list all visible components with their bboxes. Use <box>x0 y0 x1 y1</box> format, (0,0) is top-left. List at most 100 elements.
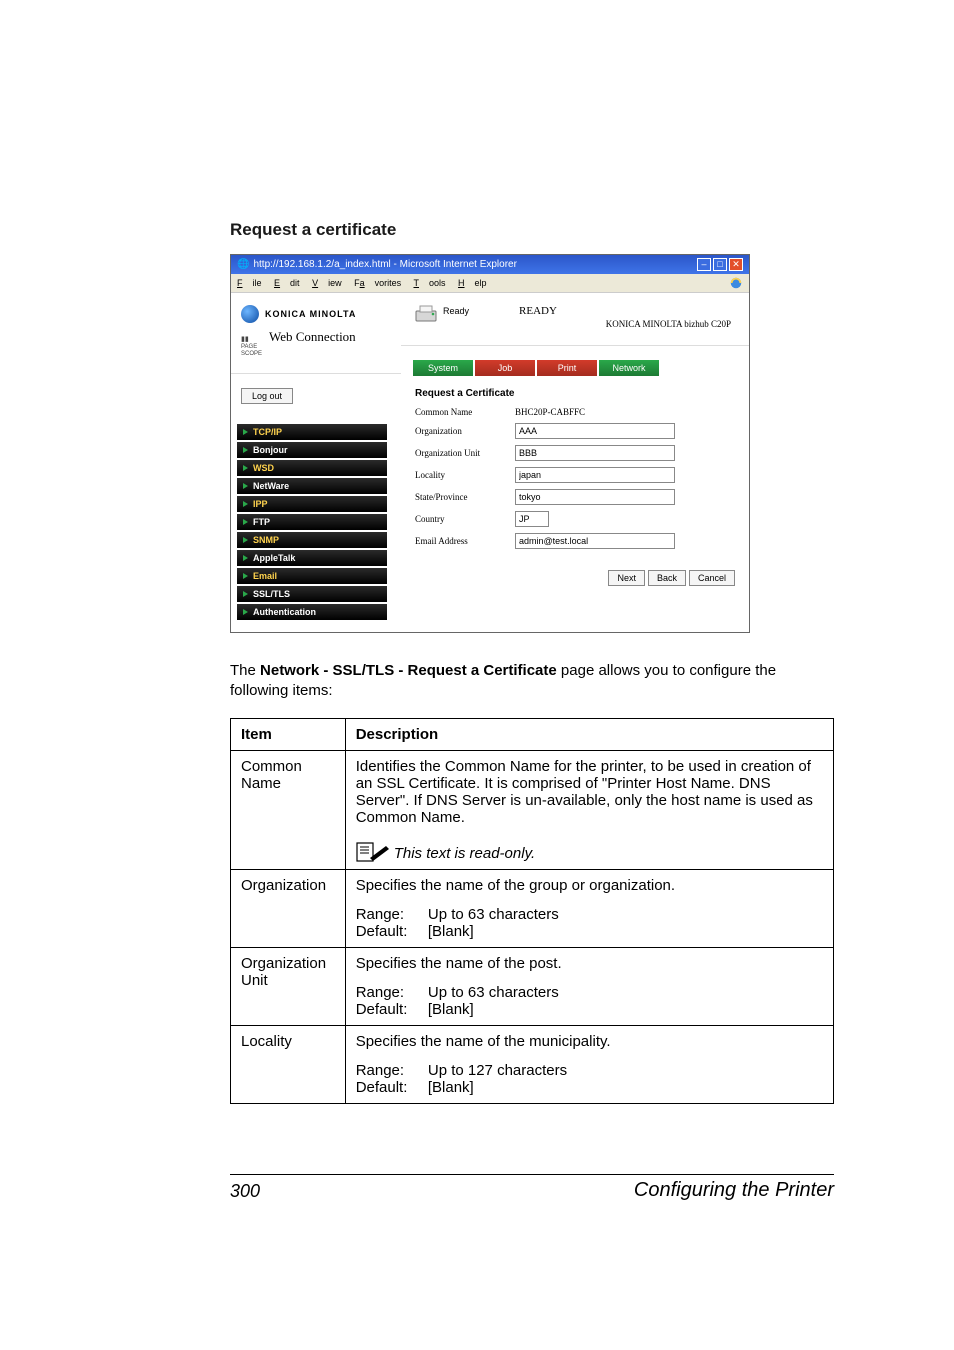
menu-help[interactable]: Help <box>458 278 487 288</box>
form-row: Locality <box>415 467 735 483</box>
cell-item: Common Name <box>231 750 346 869</box>
tab-print[interactable]: Print <box>537 360 597 376</box>
back-button[interactable]: Back <box>648 570 686 586</box>
cell-item: Locality <box>231 1025 346 1103</box>
desc-text: Specifies the name of the municipality. <box>356 1033 823 1050</box>
form-title: Request a Certificate <box>415 388 735 399</box>
settings-table: Item Description Common NameIdentifies t… <box>230 718 834 1104</box>
cell-item: Organization <box>231 869 346 947</box>
menu-tools[interactable]: Tools <box>414 278 446 288</box>
sidebar-item-label: Email <box>253 571 277 581</box>
cancel-button[interactable]: Cancel <box>689 570 735 586</box>
triangle-icon <box>243 609 248 615</box>
sidebar-item-label: SNMP <box>253 535 279 545</box>
form-row: Common NameBHC20P-CABFFC <box>415 407 735 417</box>
desc-text: Specifies the name of the post. <box>356 955 823 972</box>
field-input-state-province[interactable] <box>515 489 675 505</box>
footer-title: Configuring the Printer <box>634 1179 834 1202</box>
field-input-organization-unit[interactable] <box>515 445 675 461</box>
browser-titlebar: 🌐http://192.168.1.2/a_index.html - Micro… <box>231 255 749 274</box>
close-icon[interactable]: ✕ <box>729 258 743 271</box>
menu-file[interactable]: File <box>237 278 262 288</box>
sidebar-item-bonjour[interactable]: Bonjour <box>237 442 387 458</box>
cell-description: Specifies the name of the post. Range: Up… <box>345 947 833 1025</box>
sidebar-item-tcpip[interactable]: TCP/IP <box>237 424 387 440</box>
default-line: Default: [Blank] <box>356 923 823 940</box>
field-input-country[interactable] <box>515 511 549 527</box>
sidebar-item-ipp[interactable]: IPP <box>237 496 387 512</box>
field-label: Organization <box>415 426 515 436</box>
intro-text: The Network - SSL/TLS - Request a Certif… <box>230 661 834 702</box>
default-line: Default: [Blank] <box>356 1079 823 1096</box>
top-tabs: SystemJobPrintNetwork <box>401 360 749 382</box>
logout-button[interactable]: Log out <box>241 388 293 404</box>
section-heading: Request a certificate <box>230 220 834 240</box>
form-row: Organization <box>415 423 735 439</box>
table-row: Organization UnitSpecifies the name of t… <box>231 947 834 1025</box>
field-label: Locality <box>415 470 515 480</box>
field-label: Email Address <box>415 536 515 546</box>
note-icon <box>356 840 390 862</box>
side-navigation: TCP/IP Bonjour WSD NetWare IPP FTP SNMP AppleTa… <box>231 414 401 632</box>
triangle-icon <box>243 465 248 471</box>
sidebar-item-ssltls[interactable]: SSL/TLS <box>237 586 387 602</box>
sidebar-item-authentication[interactable]: Authentication <box>237 604 387 620</box>
menu-view[interactable]: View <box>312 278 342 288</box>
page-number: 300 <box>230 1181 260 1202</box>
sidebar-item-appletalk[interactable]: AppleTalk <box>237 550 387 566</box>
field-label: Country <box>415 514 515 524</box>
form-actions: NextBackCancel <box>401 565 749 597</box>
col-description: Description <box>345 718 833 750</box>
browser-title: 🌐http://192.168.1.2/a_index.html - Micro… <box>237 259 517 270</box>
tab-system[interactable]: System <box>413 360 473 376</box>
sidebar-item-netware[interactable]: NetWare <box>237 478 387 494</box>
range-line: Range: Up to 127 characters <box>356 1062 823 1079</box>
sidebar-item-label: WSD <box>253 463 274 473</box>
sidebar-item-label: Authentication <box>253 607 316 617</box>
minimize-icon[interactable]: – <box>697 258 711 271</box>
brand-area: KONICA MINOLTA ▮▮ PAGESCOPE Web Connecti… <box>231 293 401 374</box>
form-row: Email Address <box>415 533 735 549</box>
desc-text: Specifies the name of the group or organ… <box>356 877 823 894</box>
tab-job[interactable]: Job <box>475 360 535 376</box>
form-row: Country <box>415 511 735 527</box>
field-input-organization[interactable] <box>515 423 675 439</box>
default-line: Default: [Blank] <box>356 1001 823 1018</box>
form-row: Organization Unit <box>415 445 735 461</box>
menu-items: File Edit View Favorites Tools Help <box>237 278 497 288</box>
col-item: Item <box>231 718 346 750</box>
menu-edit[interactable]: Edit <box>274 278 300 288</box>
field-label: Common Name <box>415 407 515 417</box>
field-input-email-address[interactable] <box>515 533 675 549</box>
sidebar-item-label: FTP <box>253 517 270 527</box>
sidebar-item-label: AppleTalk <box>253 553 295 563</box>
tab-network[interactable]: Network <box>599 360 659 376</box>
note-text: This text is read-only. <box>394 845 535 862</box>
field-label: State/Province <box>415 492 515 502</box>
table-row: Common NameIdentifies the Common Name fo… <box>231 750 834 869</box>
next-button[interactable]: Next <box>608 570 645 586</box>
triangle-icon <box>243 537 248 543</box>
range-line: Range: Up to 63 characters <box>356 984 823 1001</box>
sidebar-item-email[interactable]: Email <box>237 568 387 584</box>
sidebar-item-label: NetWare <box>253 481 289 491</box>
ie-logo-icon <box>729 276 743 290</box>
triangle-icon <box>243 429 248 435</box>
sidebar-item-snmp[interactable]: SNMP <box>237 532 387 548</box>
sidebar-item-label: Bonjour <box>253 445 288 455</box>
menu-favorites[interactable]: Favorites <box>354 278 401 288</box>
sidebar-item-ftp[interactable]: FTP <box>237 514 387 530</box>
sidebar-item-label: SSL/TLS <box>253 589 290 599</box>
sidebar-item-wsd[interactable]: WSD <box>237 460 387 476</box>
sidebar-item-label: TCP/IP <box>253 427 282 437</box>
triangle-icon <box>243 591 248 597</box>
triangle-icon <box>243 573 248 579</box>
field-input-locality[interactable] <box>515 467 675 483</box>
table-row: Organization Specifies the name of the gr… <box>231 869 834 947</box>
cell-item: Organization Unit <box>231 947 346 1025</box>
brand-globe-icon <box>241 305 259 323</box>
browser-menubar: File Edit View Favorites Tools Help <box>231 274 749 293</box>
desc-text: Identifies the Common Name for the print… <box>356 758 823 826</box>
status-big: READY <box>519 305 557 317</box>
maximize-icon[interactable]: □ <box>713 258 727 271</box>
